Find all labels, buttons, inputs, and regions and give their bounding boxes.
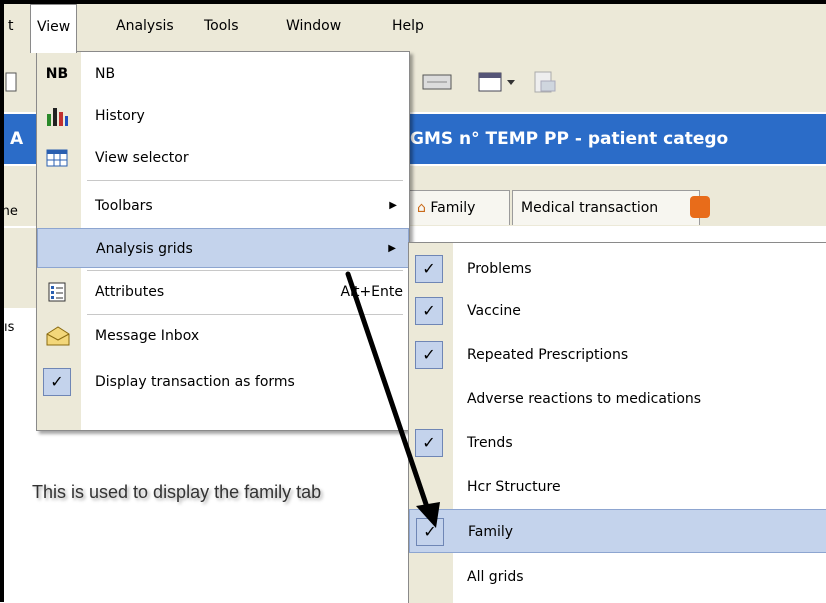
tab-family[interactable]: ⌂ Family	[408, 190, 510, 225]
shortcut-label: Alt+Ente	[340, 284, 403, 300]
submenu-item-hcr-structure-label: Hcr Structure	[467, 479, 561, 495]
menu-item-nb-label: NB	[95, 66, 116, 82]
submenu-item-adverse-reactions-label: Adverse reactions to medications	[467, 391, 702, 407]
house-icon: ⌂	[417, 200, 426, 216]
submenu-item-trends[interactable]: ✓ Trends	[409, 421, 826, 465]
menu-separator	[87, 270, 403, 271]
menu-view[interactable]: View	[30, 4, 78, 53]
submenu-item-problems-label: Problems	[467, 261, 532, 277]
menu-item-toolbars[interactable]: Toolbars ▶	[37, 186, 409, 226]
menu-item-display-forms-label: Display transaction as forms	[95, 374, 295, 390]
submenu-item-trends-label: Trends	[467, 435, 513, 451]
menu-analysis[interactable]: Analysis	[110, 4, 180, 48]
submenu-arrow-icon: ▶	[388, 243, 396, 254]
annotation-note: This is used to display the family tab	[32, 482, 322, 502]
tab-family-label: Family	[430, 200, 476, 216]
tab-medical-transaction-label: Medical transaction	[521, 200, 659, 216]
menu-item-toolbars-label: Toolbars	[95, 198, 153, 214]
left-label-partial-2: ıs	[4, 320, 15, 335]
submenu-item-all-grids-label: All grids	[467, 569, 524, 585]
menu-item-analysis-grids-label: Analysis grids	[96, 241, 193, 257]
submenu-arrow-icon: ▶	[389, 200, 397, 211]
submenu-item-problems[interactable]: ✓ Problems	[409, 247, 826, 291]
menu-item-analysis-grids[interactable]: Analysis grids ▶	[37, 228, 409, 268]
menu-bar: t View Analysis Tools Window Help	[2, 4, 826, 53]
submenu-item-adverse-reactions[interactable]: Adverse reactions to medications	[409, 377, 826, 421]
document-disabled-icon[interactable]	[528, 68, 566, 96]
menu-edit-partial[interactable]: t	[2, 4, 20, 48]
menu-separator	[87, 180, 403, 181]
window-title: GMS n° TEMP PP - patient catego	[410, 129, 729, 149]
check-icon: ✓	[43, 368, 71, 396]
submenu-item-hcr-structure[interactable]: Hcr Structure	[409, 465, 826, 509]
nb-icon: NB	[45, 66, 69, 82]
menu-item-attributes[interactable]: Attributes Alt+Ente	[37, 272, 409, 312]
menu-window[interactable]: Window	[280, 4, 347, 48]
submenu-item-family[interactable]: ✓ Family	[409, 509, 826, 553]
history-chart-icon	[45, 104, 69, 128]
check-icon: ✓	[415, 341, 443, 369]
menu-item-view-selector[interactable]: View selector	[37, 138, 409, 178]
menu-item-nb[interactable]: NB NB	[37, 54, 409, 94]
calendar-dropdown-icon[interactable]	[474, 68, 524, 96]
check-icon: ✓	[415, 255, 443, 283]
envelope-icon	[45, 324, 70, 348]
analysis-grids-submenu: ✓ Problems ✓ Vaccine ✓ Repeated Prescrip…	[408, 242, 826, 603]
keyboard-icon[interactable]	[418, 68, 456, 96]
submenu-item-repeated-prescriptions[interactable]: ✓ Repeated Prescriptions	[409, 333, 826, 377]
attributes-list-icon	[45, 280, 69, 304]
grid-selector-icon	[45, 146, 69, 170]
left-label-partial: ine	[0, 204, 18, 219]
menu-item-view-selector-label: View selector	[95, 150, 189, 166]
submenu-item-vaccine-label: Vaccine	[467, 303, 521, 319]
menu-tools[interactable]: Tools	[198, 4, 245, 48]
menu-item-message-inbox[interactable]: Message Inbox	[37, 316, 409, 356]
menu-separator	[87, 314, 403, 315]
menu-item-display-transaction-as-forms[interactable]: ✓ Display transaction as forms	[37, 362, 409, 402]
menu-help[interactable]: Help	[386, 4, 430, 48]
check-icon: ✓	[415, 297, 443, 325]
submenu-item-family-label: Family	[468, 524, 514, 540]
tab-medical-transaction[interactable]: Medical transaction	[512, 190, 700, 225]
menu-item-attributes-label: Attributes	[95, 284, 165, 300]
check-icon: ✓	[415, 429, 443, 457]
view-menu: NB NB History View selector Toolbars ▶ A…	[36, 51, 410, 431]
check-icon: ✓	[416, 518, 444, 546]
title-left-fragment: A	[10, 129, 24, 149]
menu-item-history[interactable]: History	[37, 96, 409, 136]
submenu-item-vaccine[interactable]: ✓ Vaccine	[409, 289, 826, 333]
menu-item-message-inbox-label: Message Inbox	[95, 328, 200, 344]
submenu-item-repeated-prescriptions-label: Repeated Prescriptions	[467, 347, 629, 363]
medical-tab-icon	[690, 196, 710, 218]
menu-item-history-label: History	[95, 108, 145, 124]
submenu-item-all-grids[interactable]: All grids	[409, 555, 826, 599]
